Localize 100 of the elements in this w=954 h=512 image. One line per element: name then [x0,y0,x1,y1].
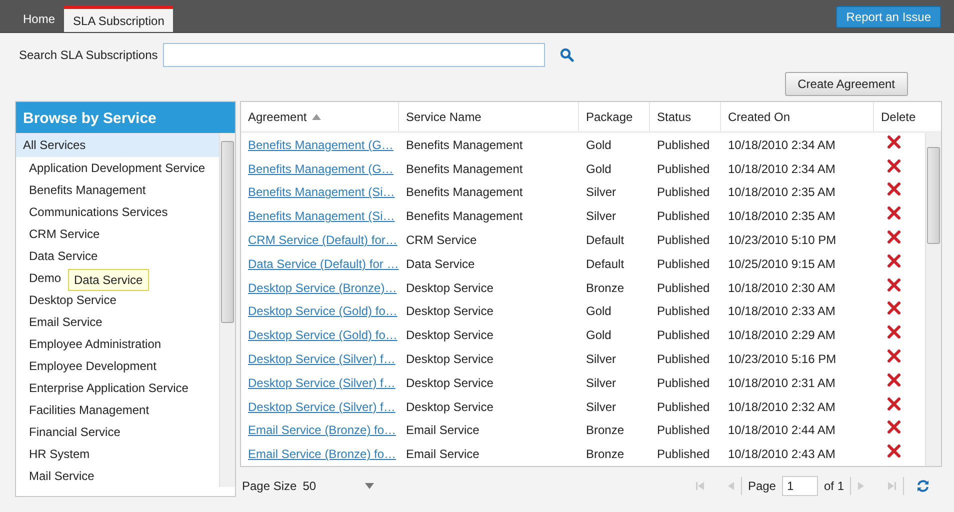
page-number-field[interactable]: 1 [782,476,818,496]
search-field[interactable] [162,43,545,67]
table-cell-text: Desktop Service [405,400,494,414]
service-item[interactable]: Desktop Service [29,289,116,311]
service-item[interactable]: Employee Development [29,355,156,377]
search-label: Search SLA Subscriptions [19,48,158,62]
agreement-link[interactable]: Email Service (Bronze) fo… [241,447,399,462]
agreement-link[interactable]: Data Service (Default) for … [241,256,399,271]
table-cell-text: 10/18/2010 2:34 AM [727,138,836,152]
delete-icon[interactable] [887,396,901,411]
column-header[interactable]: Delete [874,102,941,131]
table-cell-text: Desktop Service [405,376,494,390]
delete-icon[interactable] [887,206,901,220]
table-cell-text: Gold [585,162,612,176]
search-icon[interactable] [560,48,574,62]
delete-icon[interactable] [887,254,901,268]
agreement-link[interactable]: Desktop Service (Silver) f… [241,400,399,414]
table-cell-text: Published [656,256,711,271]
service-item[interactable]: Data Service [29,245,98,267]
agreement-link[interactable]: Email Service (Bronze) fo… [241,423,399,438]
refresh-icon[interactable] [916,479,930,493]
service-item[interactable]: All Services [16,133,219,157]
service-item[interactable]: CRM Service [29,223,100,245]
service-item[interactable]: HR System [29,443,90,465]
agreement-link[interactable]: Benefits Management (G… [241,162,399,176]
table-cell-text: Published [656,352,711,366]
page-label: Page [748,479,776,493]
delete-icon[interactable] [887,372,901,387]
panel-title: Browse by Service [16,102,235,133]
scrollbar[interactable] [219,133,235,487]
table-cell-text: Published [656,138,711,152]
service-item[interactable]: Benefits Management [29,179,146,201]
service-item[interactable]: Financial Service [29,421,120,443]
service-item[interactable]: Email Service [29,311,102,333]
page-count: of 1 [824,479,844,493]
service-item[interactable]: Application Development Service [29,157,206,179]
table-cell-text: 10/18/2010 2:31 AM [727,376,836,390]
agreement-link[interactable]: Desktop Service (Silver) f… [241,352,399,366]
column-header[interactable]: Service Name [399,102,579,131]
table-cell-text: Published [656,376,711,390]
delete-icon[interactable] [887,230,901,244]
delete-icon[interactable] [887,182,901,196]
delete-icon[interactable] [887,301,901,316]
column-header[interactable]: Agreement [241,102,399,131]
scrollbar[interactable] [925,133,941,466]
table-cell-text: Desktop Service [405,328,494,342]
report-issue-button[interactable]: Report an Issue [836,6,941,28]
column-header[interactable]: Status [650,102,721,131]
table-cell-text: Bronze [585,447,626,462]
create-agreement-button[interactable]: Create Agreement [784,72,908,96]
delete-icon[interactable] [887,349,901,364]
service-item[interactable]: Facilities Management [29,399,150,421]
tooltip: Data Service [68,269,149,291]
table-cell-text: Default [585,256,626,271]
tab[interactable]: SLA Subscription [64,6,174,32]
table-cell-text: 10/18/2010 2:35 AM [727,185,836,200]
table-cell-text: Published [656,447,711,462]
delete-icon[interactable] [887,158,901,173]
table-cell-text: Bronze [585,280,626,295]
delete-icon[interactable] [887,420,901,434]
page-size-value[interactable]: 50 [302,479,359,493]
agreement-link[interactable]: Desktop Service (Gold) fo… [241,328,399,342]
agreement-link[interactable]: Benefits Management (Si… [241,209,399,224]
agreement-link[interactable]: Desktop Service (Gold) fo… [241,304,399,318]
table-cell-text: 10/18/2010 2:35 AM [727,209,836,224]
table-cell-text: Silver [585,209,618,224]
table-cell-text: 10/18/2010 2:32 AM [727,400,836,414]
service-item[interactable]: Enterprise Application Service [29,377,188,399]
table-cell-text: Desktop Service [405,304,494,318]
column-header[interactable]: Package [579,102,650,131]
table-cell-text: Silver [585,400,618,414]
service-item[interactable]: Communications Services [29,201,168,223]
dropdown-caret-icon[interactable] [364,483,374,489]
delete-icon[interactable] [887,134,901,149]
column-header[interactable]: Created On [721,102,874,131]
table-cell-text: Benefits Management [405,162,524,176]
table-cell-text: Data Service [405,256,476,271]
delete-icon[interactable] [887,444,901,458]
agreement-link[interactable]: Benefits Management (G… [241,138,399,152]
table-cell-text: Bronze [585,423,626,438]
agreement-link[interactable]: Desktop Service (Silver) f… [241,376,399,390]
table-cell-text: 10/18/2010 2:43 AM [727,447,836,462]
table-cell-text: 10/18/2010 2:34 AM [727,162,836,176]
table-cell-text: 10/18/2010 2:44 AM [727,423,836,438]
table-cell-text: Desktop Service [405,280,494,295]
sort-ascending-icon [312,114,321,120]
agreement-link[interactable]: Benefits Management (Si… [241,185,399,200]
service-item[interactable]: Employee Administration [29,333,162,355]
table-cell-text: Benefits Management [405,185,524,200]
tab[interactable]: Home [14,5,64,32]
page-size-label: Page Size [242,479,297,493]
table-cell-text: Gold [585,304,612,318]
agreement-link[interactable]: Desktop Service (Bronze)… [241,280,399,295]
agreement-link[interactable]: CRM Service (Default) for… [241,233,399,248]
table-cell-text: Benefits Management [405,138,524,152]
service-item[interactable]: Mail Service [29,465,94,487]
table-cell-text: Published [656,400,711,414]
delete-icon[interactable] [887,278,901,292]
service-item[interactable]: Demo [29,267,62,289]
delete-icon[interactable] [887,325,901,340]
